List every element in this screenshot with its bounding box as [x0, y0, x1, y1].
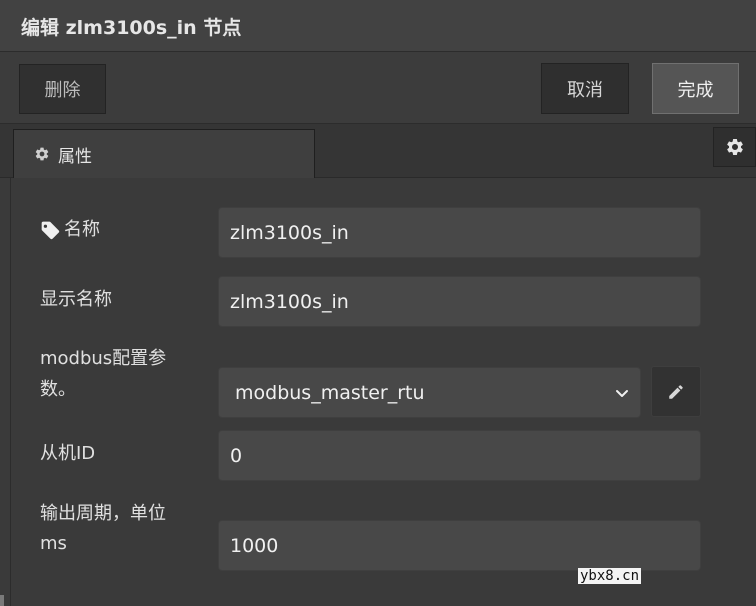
- pencil-icon: [667, 383, 685, 401]
- display-name-input[interactable]: zlm3100s_in: [218, 276, 701, 327]
- modbus-config-label-line2: 数。: [40, 379, 76, 400]
- output-period-label-line2: ms: [40, 533, 67, 554]
- modbus-config-select[interactable]: modbus_master_rtu: [218, 367, 641, 418]
- output-period-input[interactable]: 1000: [218, 520, 701, 571]
- gear-icon: [34, 146, 50, 162]
- delete-button[interactable]: 删除: [19, 64, 106, 114]
- name-label-row: 名称: [40, 214, 100, 246]
- slave-id-input[interactable]: 0: [218, 430, 701, 481]
- watermark-text: ybx8.cn: [578, 568, 642, 584]
- modbus-config-selected: modbus_master_rtu: [235, 381, 425, 404]
- modbus-config-label-line1: modbus配置参: [40, 348, 167, 369]
- dialog-toolbar: 删除 取消 完成: [0, 52, 756, 124]
- done-button[interactable]: 完成: [652, 63, 739, 114]
- gear-icon: [725, 137, 745, 157]
- tab-properties-label: 属性: [58, 146, 92, 167]
- output-period-label-line1: 输出周期，单位: [40, 503, 166, 524]
- tab-properties[interactable]: 属性: [13, 129, 315, 178]
- dialog-header: 编辑 zlm3100s_in 节点: [0, 0, 756, 52]
- edit-config-button[interactable]: [651, 366, 701, 417]
- name-input[interactable]: zlm3100s_in: [218, 207, 701, 258]
- chevron-down-icon: [614, 385, 630, 401]
- resize-handle: [0, 595, 4, 606]
- settings-button[interactable]: [713, 127, 756, 167]
- name-label: 名称: [64, 219, 100, 240]
- cancel-button[interactable]: 取消: [541, 63, 629, 114]
- tag-icon: [40, 220, 60, 240]
- dialog-title: 编辑 zlm3100s_in 节点: [21, 17, 242, 39]
- slave-id-label: 从机ID: [40, 443, 96, 464]
- tab-bar: 属性: [0, 124, 756, 178]
- display-name-label: 显示名称: [40, 289, 112, 310]
